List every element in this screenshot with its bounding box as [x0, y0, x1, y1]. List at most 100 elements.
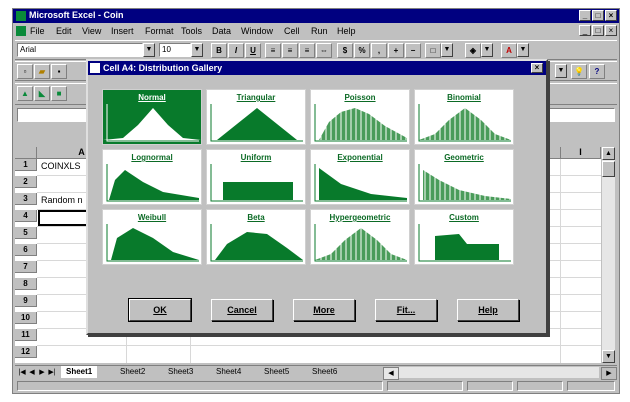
doc-minimize-button[interactable]: _: [579, 25, 591, 36]
italic-button[interactable]: I: [228, 43, 244, 58]
menu-tools[interactable]: Tools: [181, 26, 202, 36]
distribution-tile-exponential[interactable]: Exponential: [310, 149, 410, 205]
font-name-field[interactable]: Arial: [17, 43, 143, 57]
sheet-tab[interactable]: Sheet3: [163, 366, 198, 378]
distribution-tile-binomial[interactable]: Binomial: [414, 89, 514, 145]
row-header[interactable]: 12: [15, 346, 37, 358]
row-header[interactable]: 10: [15, 312, 37, 324]
menu-view[interactable]: View: [82, 26, 101, 36]
fill-color-dropdown[interactable]: ▼: [481, 43, 493, 57]
cell-a3[interactable]: Random n: [41, 195, 83, 205]
align-center-icon[interactable]: ≡: [282, 43, 298, 58]
borders-dropdown[interactable]: ▼: [441, 43, 453, 57]
distribution-tile-lognormal[interactable]: Lognormal: [102, 149, 202, 205]
save-icon[interactable]: ▪: [51, 64, 67, 79]
distribution-tile-poisson[interactable]: Poisson: [310, 89, 410, 145]
h-scroll-left-button[interactable]: ◀: [383, 367, 399, 380]
prev-sheet-button[interactable]: ◀: [27, 367, 37, 378]
font-size-dropdown[interactable]: ▼: [191, 43, 203, 57]
row-header[interactable]: 1: [15, 159, 37, 171]
row-header[interactable]: 2: [15, 176, 37, 188]
row-header[interactable]: 5: [15, 227, 37, 239]
distribution-tile-beta[interactable]: Beta: [206, 209, 306, 265]
column-header[interactable]: I: [561, 147, 601, 159]
row-header[interactable]: 4: [15, 210, 37, 222]
help-button[interactable]: Help: [457, 299, 519, 321]
row-header[interactable]: 7: [15, 261, 37, 273]
distribution-tile-geometric[interactable]: Geometric: [414, 149, 514, 205]
first-sheet-button[interactable]: |◀: [17, 367, 27, 378]
define-decision-icon[interactable]: ◣: [34, 86, 50, 101]
close-button[interactable]: ×: [605, 10, 617, 21]
currency-icon[interactable]: $: [337, 43, 353, 58]
define-forecast-icon[interactable]: ■: [51, 86, 67, 101]
menu-edit[interactable]: Edit: [56, 26, 72, 36]
font-size-field[interactable]: 10: [159, 43, 191, 57]
scroll-up-button[interactable]: ▲: [602, 147, 615, 160]
fill-color-icon[interactable]: ◈: [465, 43, 481, 58]
ok-button[interactable]: OK: [128, 298, 192, 322]
workbook-icon[interactable]: [16, 26, 26, 36]
horizontal-scrollbar[interactable]: [399, 367, 599, 378]
bold-button[interactable]: B: [211, 43, 227, 58]
tip-wizard-icon[interactable]: 💡: [571, 64, 587, 79]
last-sheet-button[interactable]: ▶|: [47, 367, 57, 378]
sheet-tab-active[interactable]: Sheet1: [61, 366, 98, 378]
zoom-dropdown[interactable]: ▼: [555, 64, 567, 78]
sheet-tab[interactable]: Sheet4: [211, 366, 246, 378]
font-color-dropdown[interactable]: ▼: [517, 43, 529, 57]
merge-center-icon[interactable]: ⇔: [316, 43, 332, 58]
sheet-tab[interactable]: Sheet6: [307, 366, 342, 378]
dialog-titlebar[interactable]: Cell A4: Distribution Gallery ×: [88, 61, 546, 75]
maximize-button[interactable]: □: [592, 10, 604, 21]
doc-restore-button[interactable]: □: [592, 25, 604, 36]
cell-a1[interactable]: COINXLS: [41, 161, 81, 171]
menu-run[interactable]: Run: [311, 26, 328, 36]
menu-data[interactable]: Data: [212, 26, 231, 36]
sheet-tab[interactable]: Sheet5: [259, 366, 294, 378]
borders-icon[interactable]: □: [425, 43, 441, 58]
define-assumption-icon[interactable]: ▲: [17, 86, 33, 101]
increase-decimal-icon[interactable]: +: [388, 43, 404, 58]
app-titlebar[interactable]: Microsoft Excel - Coin _ □ ×: [13, 9, 619, 23]
h-scroll-right-button[interactable]: ▶: [601, 367, 617, 380]
row-header[interactable]: 6: [15, 244, 37, 256]
open-folder-icon[interactable]: ▰: [34, 64, 50, 79]
select-all-corner[interactable]: [15, 147, 37, 159]
row-header[interactable]: 3: [15, 193, 37, 205]
vertical-scrollbar[interactable]: ▲ ▼: [601, 147, 615, 363]
fit-button[interactable]: Fit...: [375, 299, 437, 321]
scroll-down-button[interactable]: ▼: [602, 350, 615, 363]
distribution-tile-normal[interactable]: Normal: [102, 89, 202, 145]
distribution-tile-uniform[interactable]: Uniform: [206, 149, 306, 205]
align-left-icon[interactable]: ≡: [265, 43, 281, 58]
menu-format[interactable]: Format: [145, 26, 174, 36]
scroll-thumb[interactable]: [602, 161, 615, 177]
dialog-close-button[interactable]: ×: [531, 63, 543, 73]
sheet-tab[interactable]: Sheet2: [115, 366, 150, 378]
menu-help[interactable]: Help: [337, 26, 356, 36]
decrease-decimal-icon[interactable]: −: [405, 43, 421, 58]
font-color-icon[interactable]: A: [501, 43, 517, 58]
distribution-tile-triangular[interactable]: Triangular: [206, 89, 306, 145]
underline-button[interactable]: U: [245, 43, 261, 58]
distribution-tile-hypergeometric[interactable]: Hypergeometric: [310, 209, 410, 265]
doc-close-button[interactable]: ×: [605, 25, 617, 36]
row-header[interactable]: 11: [15, 329, 37, 341]
minimize-button[interactable]: _: [579, 10, 591, 21]
new-file-icon[interactable]: ▫: [17, 64, 33, 79]
menu-cell[interactable]: Cell: [284, 26, 300, 36]
distribution-tile-custom[interactable]: Custom: [414, 209, 514, 265]
distribution-tile-weibull[interactable]: Weibull: [102, 209, 202, 265]
menu-insert[interactable]: Insert: [111, 26, 134, 36]
menu-file[interactable]: File: [30, 26, 45, 36]
font-name-dropdown[interactable]: ▼: [143, 43, 155, 57]
help-pointer-icon[interactable]: ?: [589, 64, 605, 79]
more-button[interactable]: More: [293, 299, 355, 321]
excel-icon[interactable]: [16, 11, 26, 21]
align-right-icon[interactable]: ≡: [299, 43, 315, 58]
row-header[interactable]: 9: [15, 295, 37, 307]
next-sheet-button[interactable]: ▶: [37, 367, 47, 378]
cancel-button[interactable]: Cancel: [211, 299, 273, 321]
menu-window[interactable]: Window: [241, 26, 273, 36]
